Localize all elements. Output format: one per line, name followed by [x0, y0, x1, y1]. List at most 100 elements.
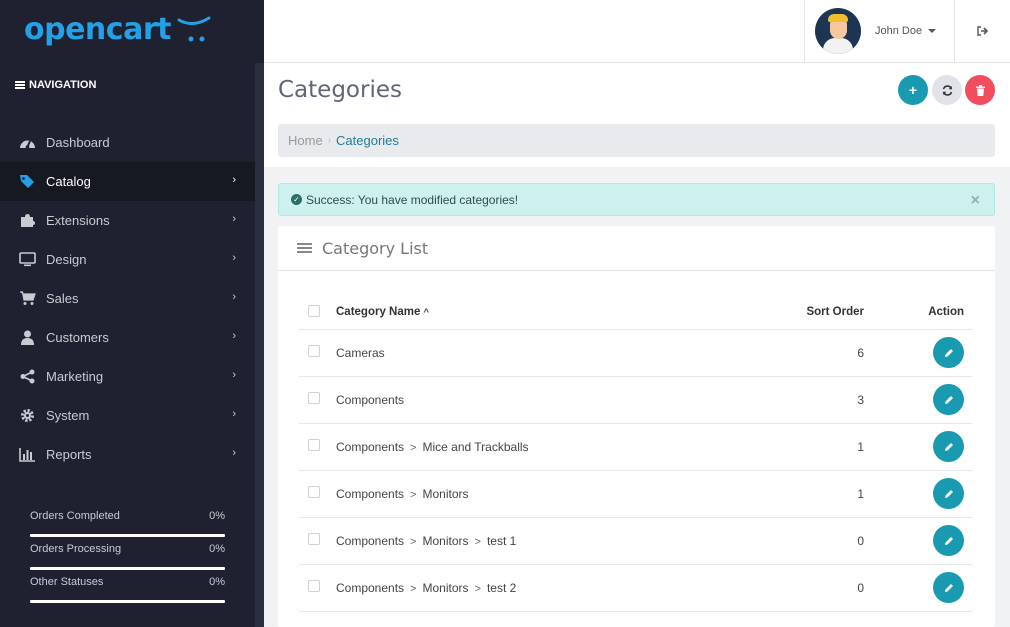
chevron-right-icon: › — [232, 369, 236, 381]
plus-icon: + — [908, 82, 918, 98]
category-table: Category Name ^ Sort Order Action Camera… — [299, 296, 972, 612]
row-select-cell — [299, 376, 336, 424]
category-path-segment: Mice and Trackballs — [422, 439, 529, 454]
pencil-icon — [944, 395, 953, 404]
category-path-segment: Components — [336, 439, 405, 454]
breadcrumb-separator: › — [327, 135, 332, 146]
row-checkbox[interactable] — [308, 533, 320, 545]
edit-button[interactable] — [933, 431, 964, 462]
opencart-logo[interactable]: opencart — [24, 4, 213, 54]
stat-other-statuses: Other Statuses 0% — [30, 576, 225, 609]
category-list-card: Category List Category Name ^ Sort Order… — [278, 226, 995, 627]
gear-icon — [19, 407, 36, 424]
category-path-segment: Components — [336, 392, 405, 407]
sidebar-item-customers[interactable]: Customers › — [0, 318, 255, 357]
nav-menu: Dashboard Catalog › Extensions › Design … — [0, 123, 255, 474]
row-select-cell — [299, 470, 336, 518]
dashboard-icon — [19, 134, 36, 151]
path-separator: > — [410, 535, 417, 548]
sidebar-item-label: Design — [46, 252, 87, 267]
card-header: Category List — [278, 226, 995, 271]
row-select-cell — [299, 564, 336, 612]
row-checkbox[interactable] — [308, 580, 320, 592]
sort-order-cell: 0 — [744, 564, 864, 612]
stat-value: 0% — [209, 510, 225, 522]
path-separator: > — [410, 488, 417, 501]
select-all-checkbox[interactable] — [308, 304, 320, 317]
table-header-row: Category Name ^ Sort Order Action — [299, 296, 972, 330]
logout-button[interactable] — [954, 0, 1010, 62]
category-name-cell: Components > Monitors — [336, 470, 744, 518]
sidebar-item-catalog[interactable]: Catalog › — [0, 162, 255, 201]
refresh-icon — [942, 84, 952, 96]
sidebar-scrollbar[interactable] — [255, 63, 264, 627]
sidebar-item-label: Extensions — [46, 213, 110, 228]
chevron-right-icon: › — [232, 174, 236, 186]
category-path-segment: test 2 — [486, 580, 517, 595]
edit-button[interactable] — [933, 572, 964, 603]
add-button[interactable]: + — [898, 75, 928, 105]
sidebar-item-sales[interactable]: Sales › — [0, 279, 255, 318]
delete-button[interactable] — [965, 75, 995, 105]
user-menu[interactable]: John Doe — [804, 0, 954, 62]
caret-down-icon — [928, 29, 937, 33]
column-label: Category Name — [336, 306, 421, 319]
row-checkbox[interactable] — [308, 486, 320, 498]
sidebar-item-label: Catalog — [46, 174, 91, 189]
stat-value: 0% — [209, 576, 225, 588]
stat-orders-processing: Orders Processing 0% — [30, 543, 225, 576]
action-cell — [864, 564, 972, 612]
close-icon[interactable]: × — [971, 192, 980, 210]
edit-button[interactable] — [933, 337, 964, 368]
sidebar-item-marketing[interactable]: Marketing › — [0, 357, 255, 396]
edit-button[interactable] — [933, 525, 964, 556]
path-separator: > — [474, 535, 481, 548]
row-checkbox[interactable] — [308, 345, 320, 357]
breadcrumb-current[interactable]: Categories — [336, 133, 399, 148]
stat-orders-completed: Orders Completed 0% — [30, 510, 225, 543]
sidebar-item-dashboard[interactable]: Dashboard — [0, 123, 255, 162]
column-header-name[interactable]: Category Name ^ — [336, 296, 744, 330]
breadcrumb-home[interactable]: Home — [288, 133, 323, 148]
chevron-right-icon: › — [232, 330, 236, 342]
progress-bar — [30, 534, 225, 537]
pencil-icon — [944, 442, 953, 451]
action-cell — [864, 329, 972, 377]
row-checkbox[interactable] — [308, 439, 320, 451]
edit-button[interactable] — [933, 384, 964, 415]
sidebar-item-design[interactable]: Design › — [0, 240, 255, 279]
breadcrumb: Home › Categories — [278, 124, 995, 157]
stat-label: Orders Processing — [30, 543, 122, 555]
rebuild-button[interactable] — [932, 75, 962, 105]
sort-order-cell: 1 — [744, 423, 864, 471]
sort-order-cell: 1 — [744, 470, 864, 518]
cart-logo-icon — [177, 16, 211, 42]
category-name-cell: Cameras — [336, 329, 744, 377]
category-path-segment: Monitors — [422, 486, 469, 501]
pencil-icon — [944, 489, 953, 498]
order-stats: Orders Completed 0% Orders Processing 0% O… — [30, 510, 225, 609]
table-row: Components > Mice and Trackballs 1 — [299, 423, 972, 471]
stat-label: Orders Completed — [30, 510, 120, 522]
column-header-sort-order[interactable]: Sort Order — [744, 296, 864, 330]
progress-bar — [30, 600, 225, 603]
sidebar-item-label: System — [46, 408, 90, 423]
sort-asc-icon: ^ — [423, 307, 429, 318]
menu-icon — [15, 80, 25, 90]
trash-icon — [975, 84, 985, 96]
nav-heading[interactable]: NAVIGATION — [15, 79, 96, 91]
path-separator: > — [410, 441, 417, 454]
chevron-right-icon: › — [232, 291, 236, 303]
row-checkbox[interactable] — [308, 392, 320, 404]
sidebar-item-system[interactable]: System › — [0, 396, 255, 435]
edit-button[interactable] — [933, 478, 964, 509]
sidebar-item-label: Dashboard — [46, 135, 110, 150]
chevron-right-icon: › — [232, 252, 236, 264]
table-row: Components 3 — [299, 376, 972, 424]
table-row: Cameras 6 — [299, 329, 972, 377]
category-name-cell: Components > Monitors > test 1 — [336, 517, 744, 565]
sidebar-item-reports[interactable]: Reports › — [0, 435, 255, 474]
row-select-cell — [299, 423, 336, 471]
sidebar-item-extensions[interactable]: Extensions › — [0, 201, 255, 240]
list-icon — [297, 241, 312, 255]
